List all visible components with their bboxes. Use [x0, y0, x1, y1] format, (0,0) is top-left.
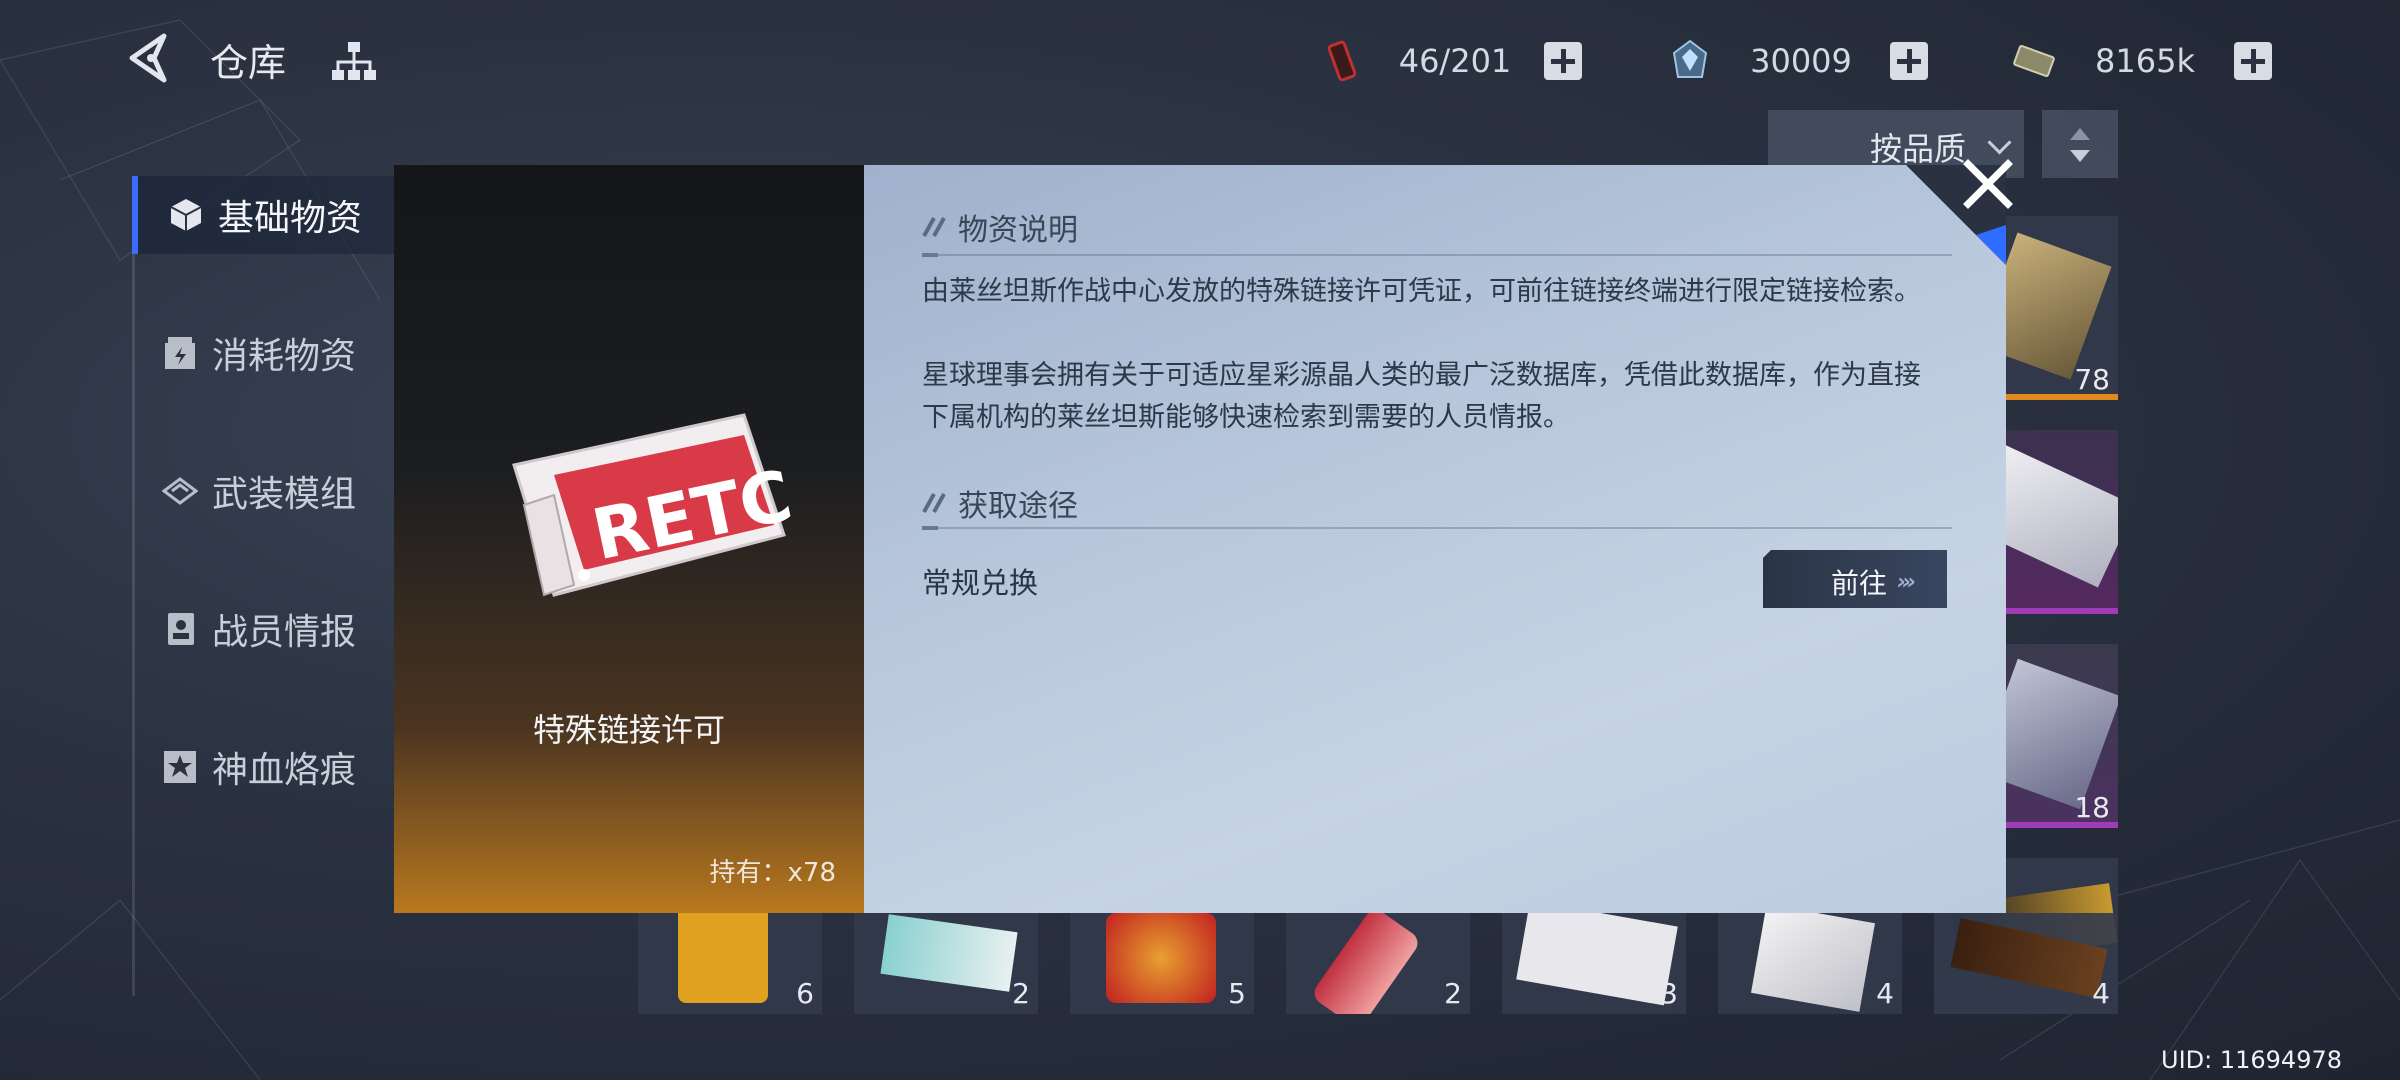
sort-label: 按品质: [1869, 130, 1966, 168]
stamina-value: 46/201: [1398, 42, 1512, 80]
inventory-tile[interactable]: 2: [1286, 913, 1470, 1014]
route-label: 常规兑换: [922, 566, 1039, 600]
uid-label: UID: 11694978: [2161, 1046, 2342, 1074]
sidebar-item-consumables[interactable]: 消耗物资: [132, 314, 394, 392]
description-paragraph-2-line-2: 下属机构的莱丝坦斯能够快速检索到需要的人员情报。: [922, 402, 1570, 433]
item-image: [678, 913, 768, 1003]
source-heading-label: 获取途径: [958, 489, 1078, 524]
box-bolt-icon: [165, 337, 195, 369]
cash-value: 8165k: [2095, 42, 2195, 80]
item-count: 78: [2074, 363, 2110, 396]
sidebar-item-modules[interactable]: 武装模组: [132, 452, 394, 530]
crystal-currency-icon: [1672, 39, 1708, 78]
item-image: [1950, 917, 2108, 999]
cash-resource: 8165k: [2012, 36, 2272, 86]
item-image: [1751, 913, 1875, 1012]
sort-order-toggle[interactable]: [2042, 110, 2118, 178]
sidebar-item-bloodmark[interactable]: 神血烙痕: [132, 728, 394, 806]
description-paragraph-1: 由莱丝坦斯作战中心发放的特殊链接许可凭证，可前往链接终端进行限定链接检索。: [922, 276, 1921, 307]
sidebar-item-label: 神血烙痕: [212, 750, 357, 791]
inventory-tile[interactable]: 5: [1070, 913, 1254, 1014]
hierarchy-icon[interactable]: [330, 40, 378, 84]
item-image: RETC: [512, 413, 794, 597]
inventory-tile[interactable]: 4: [1718, 913, 1902, 1014]
sidebar-item-label: 战员情报: [212, 612, 357, 653]
inventory-tile[interactable]: 3: [1502, 913, 1686, 1014]
stamina-resource: 46/201: [1322, 36, 1582, 86]
crystal-resource: 30009: [1668, 36, 1928, 86]
item-count: 18: [2074, 791, 2110, 824]
hold-count: 持有：x78: [709, 858, 836, 888]
sort-arrows-icon: [2070, 128, 2090, 162]
sidebar-item-label: 消耗物资: [212, 336, 357, 377]
item-detail-panel: 物资说明 由莱丝坦斯作战中心发放的特殊链接许可凭证，可前往链接终端进行限定链接检…: [864, 165, 2006, 913]
sidebar-divider: [132, 176, 135, 996]
description-heading: 物资说明: [922, 205, 1078, 249]
section-slash-icon: [922, 217, 946, 237]
add-crystal-button[interactable]: [1890, 42, 1928, 80]
section-slash-icon: [922, 493, 946, 513]
profile-card-icon: [168, 613, 194, 645]
cube-icon: [170, 199, 202, 231]
star-seal-icon: [164, 751, 196, 783]
module-icon: [162, 477, 198, 505]
item-count: 3: [1660, 977, 1678, 1010]
item-image: [1106, 913, 1216, 1003]
crystal-value: 30009: [1750, 42, 1852, 80]
go-button-label: 前往: [1831, 567, 1888, 600]
section-divider: [922, 253, 1952, 257]
item-count: 4: [1876, 977, 1894, 1010]
inventory-tile[interactable]: 4: [1934, 913, 2118, 1014]
item-count: 4: [2092, 977, 2110, 1010]
close-icon[interactable]: [1960, 156, 2016, 212]
item-image: [1516, 913, 1678, 1006]
go-button[interactable]: 前往 ›››: [1763, 550, 1947, 608]
stamina-battery-icon: [1327, 40, 1357, 82]
description-heading-label: 物资说明: [958, 213, 1078, 248]
source-heading: 获取途径: [922, 481, 1078, 525]
sidebar-item-basic[interactable]: 基础物资: [132, 176, 400, 254]
item-count: 2: [1444, 977, 1462, 1010]
chevron-down-icon: [1987, 130, 2012, 155]
item-count: 6: [796, 977, 814, 1010]
section-divider: [922, 526, 1952, 530]
inventory-tile[interactable]: 6: [638, 913, 822, 1014]
sidebar-item-label: 基础物资: [218, 198, 363, 239]
sidebar-item-label: 武装模组: [212, 474, 357, 515]
item-image: [1309, 913, 1423, 1014]
page-title: 仓库: [210, 41, 287, 85]
item-count: 5: [1228, 977, 1246, 1010]
item-name: 特殊链接许可: [532, 711, 725, 749]
item-count: 2: [1012, 977, 1030, 1010]
description-paragraph-2-line-1: 星球理事会拥有关于可适应星彩源晶人类的最广泛数据库，凭借此数据库，作为直接: [922, 360, 1921, 391]
add-cash-button[interactable]: [2234, 42, 2272, 80]
double-chevron-icon: ›››: [1897, 570, 1916, 595]
cash-currency-icon: [2013, 45, 2055, 77]
inventory-tile[interactable]: 2: [854, 913, 1038, 1014]
back-icon[interactable]: [124, 30, 172, 86]
sidebar-item-intel[interactable]: 战员情报: [132, 590, 394, 668]
item-image: [880, 914, 1018, 992]
item-preview-panel: RETC 特殊链接许可 持有：x78: [394, 165, 864, 913]
add-stamina-button[interactable]: [1544, 42, 1582, 80]
